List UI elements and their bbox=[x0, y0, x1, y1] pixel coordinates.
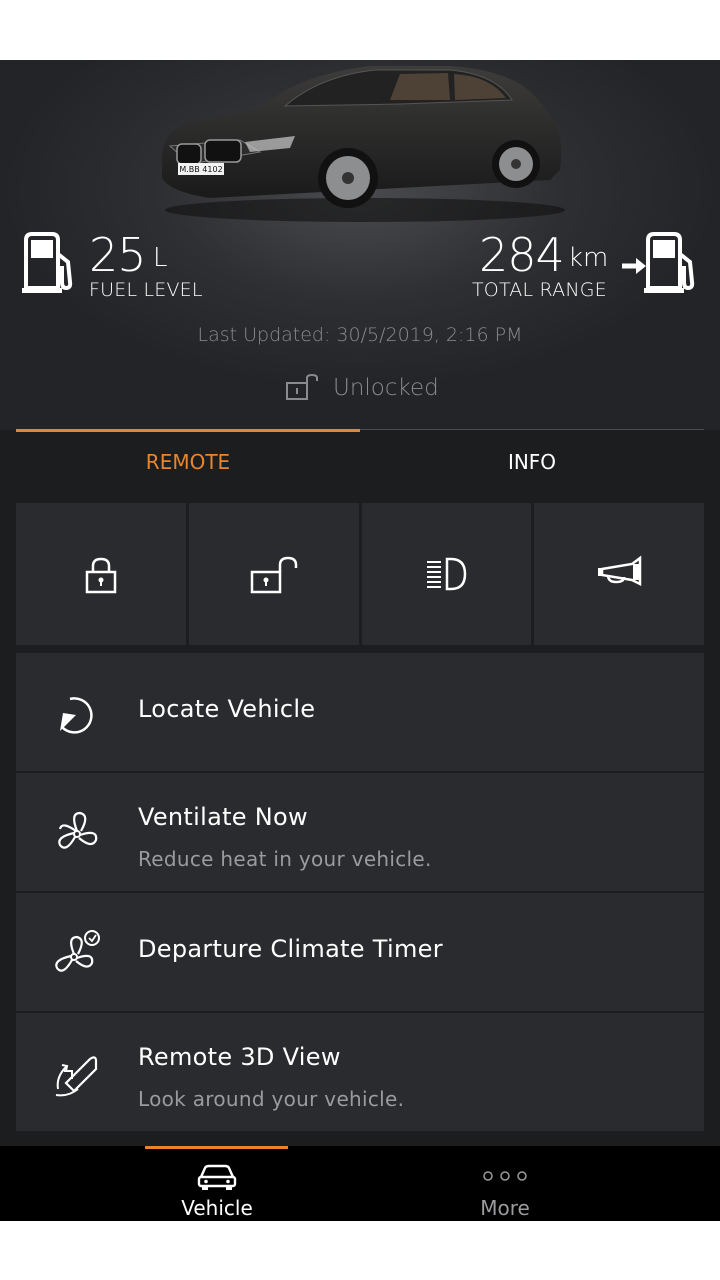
headlight-icon bbox=[427, 557, 467, 591]
locate-vehicle-row[interactable]: Locate Vehicle bbox=[16, 653, 704, 771]
range-label: TOTAL RANGE bbox=[472, 279, 607, 301]
range-unit: km bbox=[568, 243, 609, 273]
headlight-flash-button[interactable] bbox=[361, 503, 532, 645]
remote-3d-view-row[interactable]: Remote 3D View Look around your vehicle. bbox=[16, 1013, 704, 1131]
vehicle-screen: M.BB 4102 25 L FUEL LEVEL 284 km TOTAL R… bbox=[0, 60, 720, 1221]
lock-button[interactable] bbox=[16, 503, 186, 645]
range-pump-icon bbox=[622, 232, 695, 293]
ventilate-now-title: Ventilate Now bbox=[138, 803, 308, 831]
lock-status: Unlocked bbox=[285, 370, 439, 406]
car-icon bbox=[197, 1164, 237, 1190]
remote-3d-view-title: Remote 3D View bbox=[138, 1043, 341, 1071]
nav-more[interactable]: More bbox=[325, 1146, 685, 1221]
ventilate-now-row[interactable]: Ventilate Now Reduce heat in your vehicl… bbox=[16, 773, 704, 891]
locate-icon bbox=[60, 697, 93, 734]
departure-climate-timer-row[interactable]: Departure Climate Timer bbox=[16, 893, 704, 1011]
nav-more-label: More bbox=[480, 1196, 530, 1220]
horn-icon bbox=[598, 555, 642, 587]
last-updated: Last Updated: 30/5/2019, 2:16 PM bbox=[197, 324, 523, 346]
more-dots-icon bbox=[483, 1171, 527, 1181]
unlocked-icon bbox=[286, 373, 318, 400]
svg-text:M.BB 4102: M.BB 4102 bbox=[179, 165, 222, 174]
unlock-icon bbox=[250, 556, 297, 594]
fuel-pump-icon bbox=[22, 232, 73, 293]
unlock-button[interactable] bbox=[188, 503, 359, 645]
bottom-nav: Vehicle More bbox=[0, 1146, 720, 1221]
locate-vehicle-title: Locate Vehicle bbox=[138, 695, 316, 723]
remote-3d-view-subtitle: Look around your vehicle. bbox=[138, 1087, 405, 1111]
fan-timer-icon bbox=[55, 930, 100, 972]
3d-view-icon bbox=[55, 1056, 98, 1097]
tab-info[interactable]: INFO bbox=[360, 450, 704, 474]
car-image: M.BB 4102 bbox=[162, 66, 565, 222]
vehicle-hero: M.BB 4102 25 L FUEL LEVEL 284 km TOTAL R… bbox=[0, 60, 720, 430]
fuel-label: FUEL LEVEL bbox=[89, 279, 203, 301]
horn-button[interactable] bbox=[534, 503, 704, 645]
fuel-value: 25 bbox=[89, 228, 147, 282]
lock-status-text: Unlocked bbox=[333, 375, 439, 401]
ventilate-now-subtitle: Reduce heat in your vehicle. bbox=[138, 847, 432, 871]
lock-icon bbox=[85, 557, 117, 594]
range-value: 284 bbox=[479, 228, 565, 282]
tab-bar: REMOTE INFO bbox=[16, 429, 704, 502]
fuel-unit: L bbox=[153, 243, 168, 273]
remote-actions-grid bbox=[16, 503, 704, 645]
departure-climate-timer-title: Departure Climate Timer bbox=[138, 935, 443, 963]
remote-services-list: Locate Vehicle Ventilate Now Reduce heat… bbox=[16, 653, 704, 1133]
tab-remote[interactable]: REMOTE bbox=[16, 450, 360, 474]
tab-active-indicator bbox=[16, 429, 360, 432]
fan-icon bbox=[58, 811, 98, 849]
